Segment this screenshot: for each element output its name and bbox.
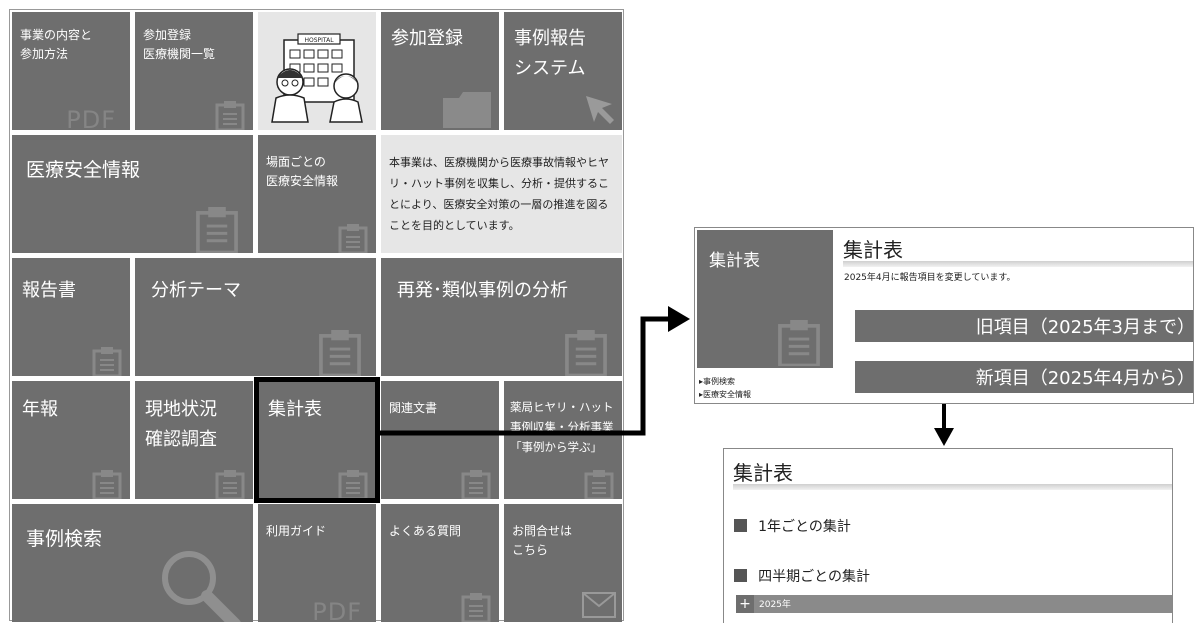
square-bullet-icon xyxy=(734,519,747,532)
page-title: 集計表 xyxy=(843,238,903,262)
clipboard-icon xyxy=(778,320,820,366)
expand-plus-icon[interactable]: + xyxy=(736,595,754,613)
square-bullet-icon xyxy=(734,569,747,582)
statistics-detail-panel: 集計表 1年ごとの集計 四半期ごとの集計 + 2025年 xyxy=(723,448,1173,623)
change-note: 2025年4月に報告項目を変更しています。 xyxy=(844,273,1016,283)
quarterly-summary-item[interactable]: 四半期ごとの集計 xyxy=(734,565,870,585)
annual-summary-item[interactable]: 1年ごとの集計 xyxy=(734,515,851,535)
year-label: 2025年 xyxy=(759,600,791,610)
title-underline xyxy=(843,261,1193,267)
sidebar-link-label: 事例検索 xyxy=(703,377,736,386)
item-label: 四半期ごとの集計 xyxy=(758,568,870,585)
sidebar-link-case-search[interactable]: ▸事例検索 xyxy=(699,376,735,387)
year-row-2025[interactable]: + 2025年 xyxy=(736,595,1172,613)
button-label: 旧項目（2025年3月まで） xyxy=(975,317,1194,338)
detail-title: 集計表 xyxy=(733,461,793,485)
sidebar-title: 集計表 xyxy=(709,251,760,271)
title-underline xyxy=(733,484,1172,490)
old-items-button[interactable]: 旧項目（2025年3月まで） xyxy=(855,310,1194,342)
button-label: 新項目（2025年4月から） xyxy=(975,368,1194,389)
new-items-button[interactable]: 新項目（2025年4月から） xyxy=(855,361,1194,393)
sidebar-link-safety-info[interactable]: ▸医療安全情報 xyxy=(699,389,751,400)
statistics-page-panel: 集計表 ▸事例検索 ▸医療安全情報 集計表 2025年4月に報告項目を変更してい… xyxy=(694,227,1194,404)
item-label: 1年ごとの集計 xyxy=(758,518,851,535)
panel-sidebar-tile[interactable]: 集計表 xyxy=(697,230,833,368)
sidebar-link-label: 医療安全情報 xyxy=(703,390,752,399)
